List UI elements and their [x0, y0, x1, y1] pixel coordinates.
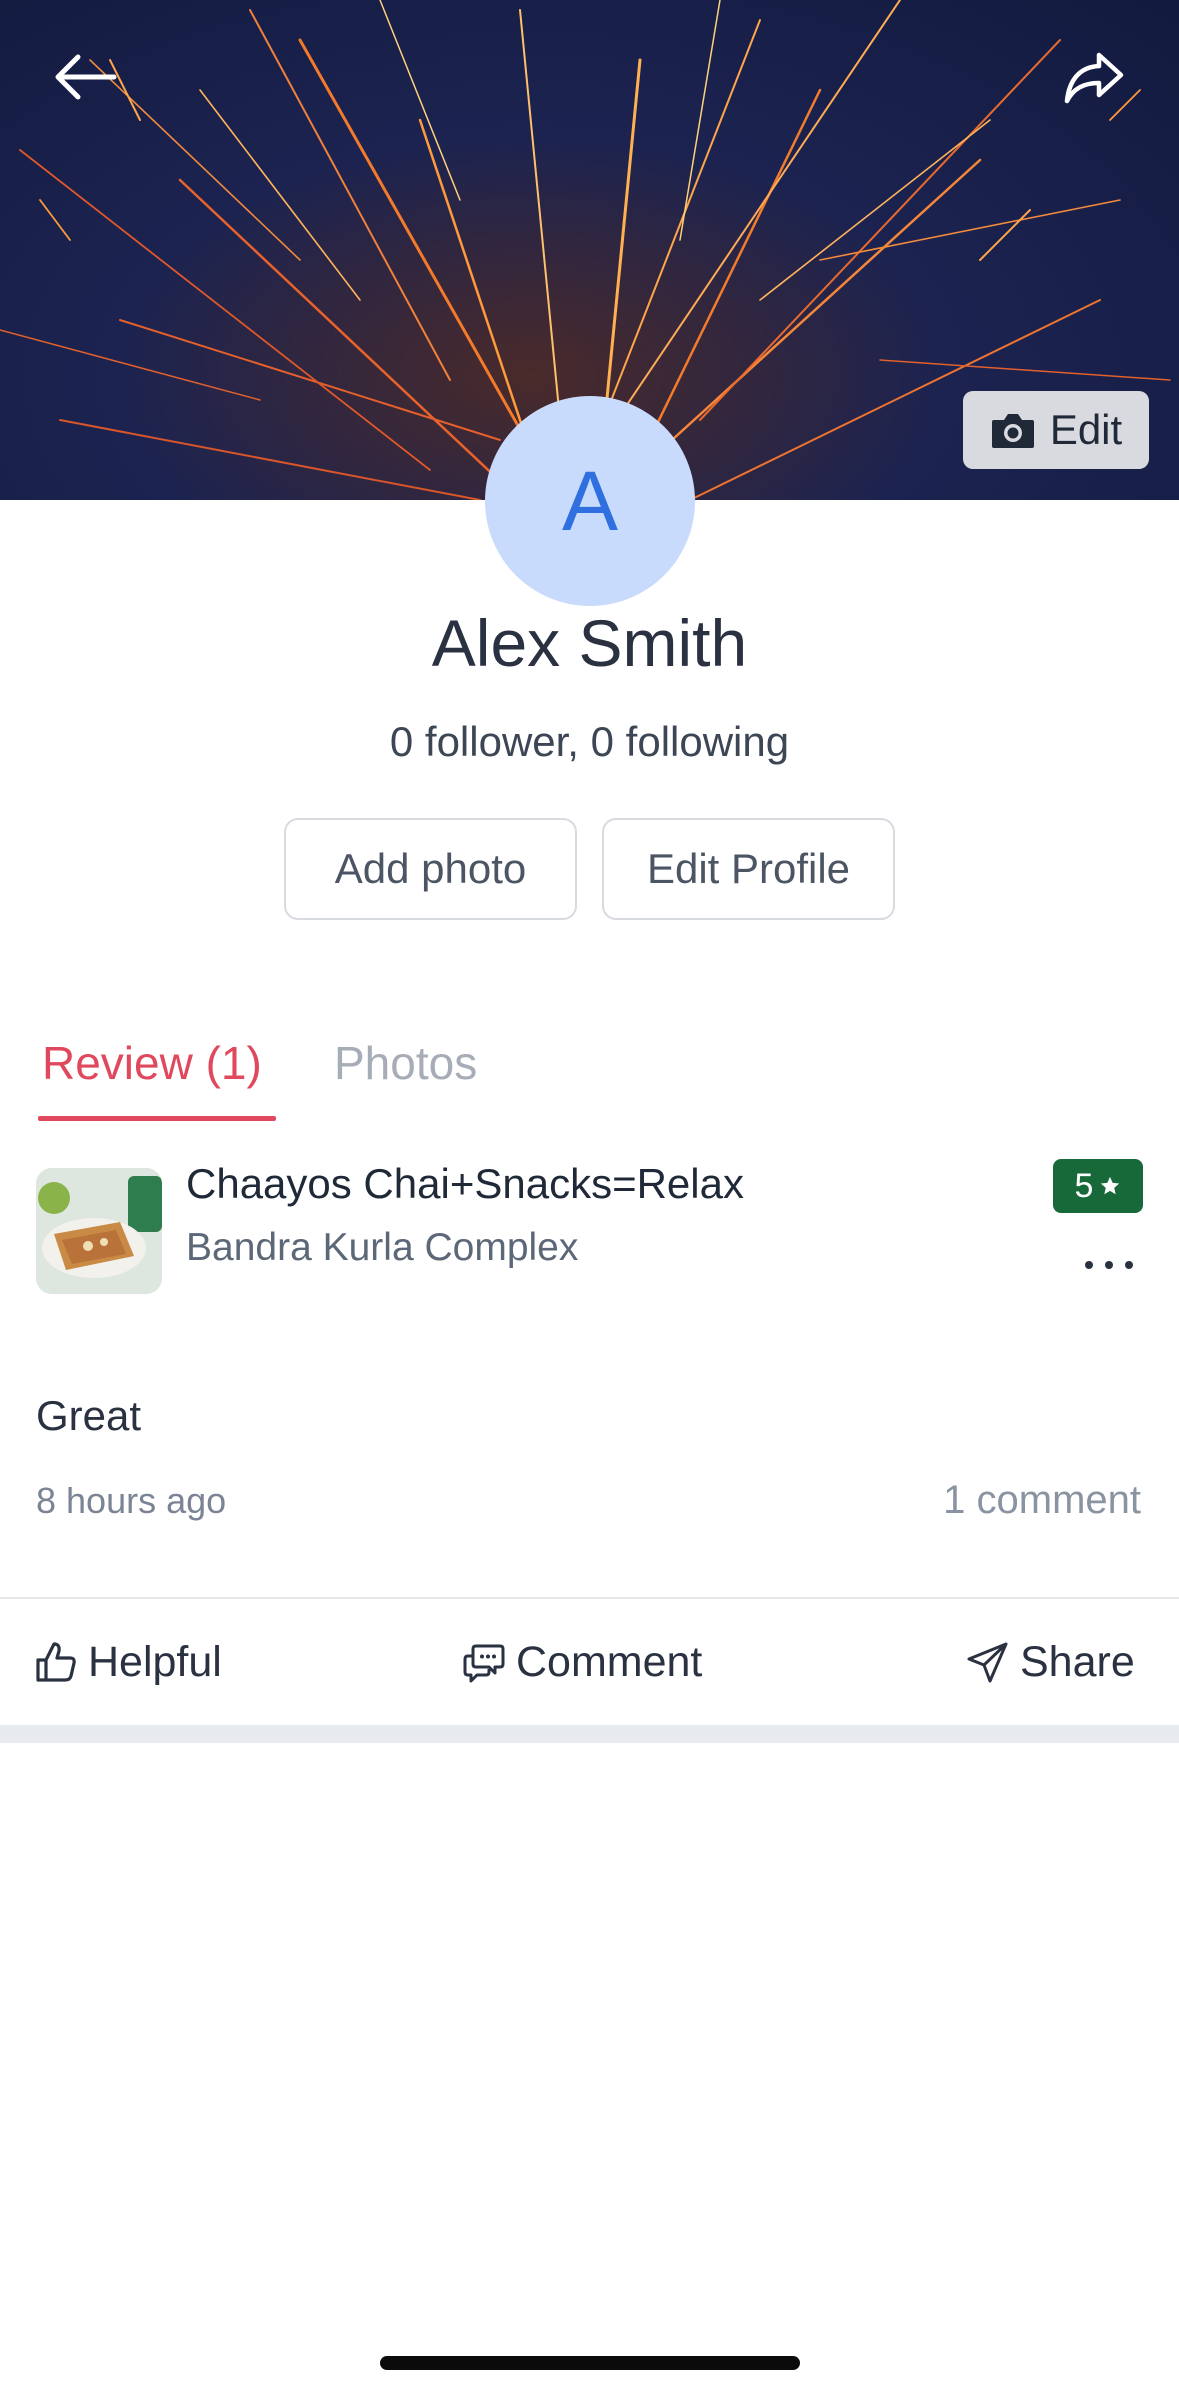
- avatar[interactable]: A: [485, 396, 695, 606]
- edit-profile-button[interactable]: Edit Profile: [602, 818, 895, 920]
- restaurant-thumbnail[interactable]: [36, 1168, 162, 1294]
- restaurant-name[interactable]: Chaayos Chai+Snacks=Relax: [186, 1160, 744, 1208]
- home-indicator[interactable]: [380, 2356, 800, 2370]
- more-options-icon[interactable]: [1085, 1250, 1133, 1280]
- comment-label: Comment: [516, 1637, 703, 1686]
- share-forward-icon: [1064, 52, 1124, 104]
- helpful-label: Helpful: [88, 1637, 222, 1686]
- rating-badge: 5: [1053, 1159, 1143, 1213]
- avatar-initial: A: [561, 453, 619, 548]
- thumbs-up-icon: [36, 1642, 76, 1682]
- active-tab-indicator: [38, 1116, 276, 1121]
- follow-stats[interactable]: 0 follower, 0 following: [0, 718, 1179, 766]
- share-label: Share: [1020, 1637, 1135, 1686]
- review-text: Great: [36, 1392, 142, 1439]
- back-button[interactable]: [40, 32, 130, 122]
- review-timestamp: 8 hours ago: [36, 1480, 227, 1521]
- food-image-icon: [36, 1168, 162, 1294]
- star-icon: [1101, 1176, 1120, 1195]
- arrow-left-icon: [55, 54, 117, 100]
- tab-reviews[interactable]: Review (1): [42, 1036, 262, 1090]
- edit-cover-button[interactable]: Edit: [963, 391, 1149, 469]
- profile-name: Alex Smith: [431, 606, 748, 680]
- comment-icon: [463, 1644, 505, 1683]
- send-icon: [967, 1642, 1008, 1683]
- camera-icon: [991, 414, 1034, 448]
- section-separator: [0, 1725, 1179, 1743]
- rating-value: 5: [1074, 1166, 1094, 1205]
- comment-button[interactable]: Comment: [462, 1632, 702, 1692]
- helpful-button[interactable]: Helpful: [34, 1632, 222, 1692]
- restaurant-location: Bandra Kurla Complex: [186, 1226, 579, 1269]
- share-profile-button[interactable]: [1049, 32, 1139, 122]
- tab-photos[interactable]: Photos: [334, 1036, 477, 1090]
- divider: [0, 1597, 1179, 1599]
- share-button[interactable]: Share: [966, 1632, 1135, 1692]
- edit-cover-label: Edit: [1049, 406, 1123, 453]
- add-photo-button[interactable]: Add photo: [284, 818, 577, 920]
- comment-count-link[interactable]: 1 comment: [943, 1478, 1141, 1523]
